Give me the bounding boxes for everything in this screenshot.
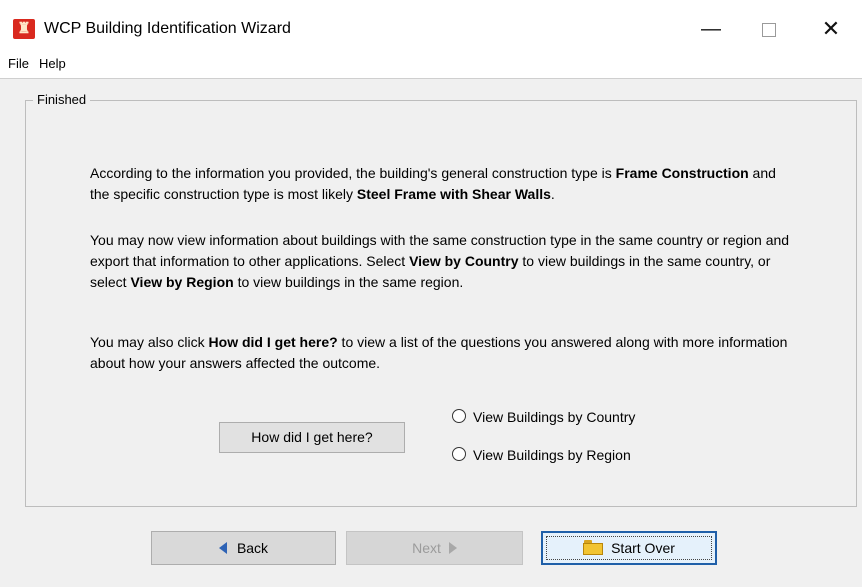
radio-country-label[interactable]: View Buildings by Country — [473, 406, 635, 428]
specific-construction-type: Steel Frame with Shear Walls — [356, 186, 551, 202]
minimize-button[interactable]: — — [688, 14, 734, 44]
how-paragraph: You may also click How did I get here? t… — [90, 332, 790, 374]
title-bar: ♜ WCP Building Identification Wizard — ✕ — [0, 0, 862, 50]
radio-circle-icon[interactable] — [452, 447, 466, 461]
how-did-i-get-here-button[interactable]: How did I get here? — [219, 422, 405, 453]
maximize-icon — [762, 22, 776, 37]
next-button[interactable]: Next — [346, 531, 523, 565]
view-by-region-ref: View by Region — [130, 274, 234, 290]
maximize-button[interactable] — [746, 14, 792, 44]
arrow-left-icon — [218, 542, 227, 554]
back-button[interactable]: Back — [151, 531, 336, 565]
menu-help[interactable]: Help — [39, 56, 66, 72]
view-info-paragraph: You may now view information about build… — [90, 230, 790, 293]
p1-text-a: According to the information you provide… — [90, 165, 616, 181]
close-button[interactable]: ✕ — [808, 14, 854, 44]
radio-region-label[interactable]: View Buildings by Region — [473, 444, 631, 466]
p1-text-e: . — [550, 186, 555, 202]
view-by-country-ref: View by Country — [409, 253, 519, 269]
back-label: Back — [236, 540, 269, 556]
menu-file[interactable]: File — [8, 56, 29, 72]
radio-circle-icon[interactable] — [452, 409, 466, 423]
p3-text-a: You may also click — [90, 334, 209, 350]
arrow-right-icon — [448, 542, 457, 554]
p2-text-e: to view buildings in the same region. — [233, 274, 464, 290]
focus-ring — [546, 536, 712, 560]
app-logo-icon: ♜ — [13, 19, 35, 39]
start-over-button[interactable]: Start Over — [541, 531, 717, 565]
folder-icon — [583, 540, 604, 555]
panel-legend: Finished — [33, 91, 91, 109]
menu-bar: File Help — [0, 50, 862, 79]
construction-type: Frame Construction — [615, 165, 749, 181]
window-title: WCP Building Identification Wizard — [44, 20, 291, 37]
result-paragraph: According to the information you provide… — [90, 163, 790, 205]
how-did-i-get-here-ref: How did I get here? — [208, 334, 338, 350]
finished-panel — [25, 100, 857, 507]
next-label: Next — [412, 540, 441, 556]
